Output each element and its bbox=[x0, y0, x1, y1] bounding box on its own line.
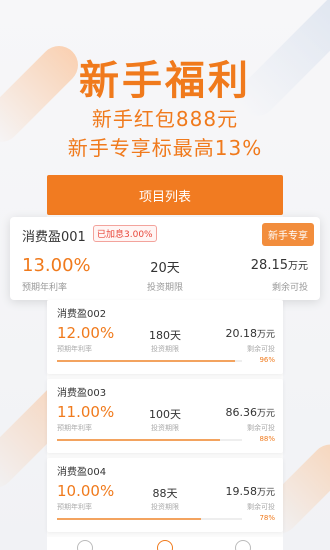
product-card[interactable]: 消费盈004 10.00% 预期年利率 88天 投资期限 19.58万元 剩余可… bbox=[47, 458, 283, 532]
progress-bar bbox=[57, 518, 242, 520]
project-list-button[interactable]: 项目列表 bbox=[47, 175, 283, 215]
remaining-amount: 86.36万元 bbox=[225, 406, 275, 419]
product-name: 消费盈002 bbox=[57, 309, 107, 320]
hero-title: 新手福利 bbox=[79, 58, 251, 104]
progress-fill bbox=[57, 439, 220, 441]
remaining-amount: 19.58万元 bbox=[225, 485, 275, 498]
progress-percent: 96% bbox=[259, 356, 275, 364]
progress-fill bbox=[57, 518, 202, 520]
progress-fill bbox=[57, 360, 235, 362]
product-card[interactable]: 消费盈002 12.00% 预期年利率 180天 投资期限 20.18万元 剩余… bbox=[47, 300, 283, 374]
newbie-exclusive-tag: 新手专享 bbox=[262, 223, 314, 246]
progress-bar bbox=[57, 360, 242, 362]
progress-percent: 88% bbox=[259, 435, 275, 443]
progress-percent: 78% bbox=[259, 514, 275, 522]
bottom-nav bbox=[47, 537, 283, 550]
hero-bonus-line: 新手红包888元 bbox=[91, 107, 239, 131]
remaining-amount-label: 剩余可投 bbox=[271, 283, 308, 293]
remaining-amount-label: 剩余可投 bbox=[247, 424, 275, 432]
remaining-value: 19.58 bbox=[225, 485, 257, 498]
progress-bar bbox=[57, 439, 242, 441]
product-name: 消费盈001 bbox=[22, 230, 86, 245]
remaining-unit: 万元 bbox=[256, 409, 275, 419]
remaining-value: 20.18 bbox=[225, 327, 257, 340]
remaining-amount: 28.15万元 bbox=[251, 257, 308, 273]
chart-icon[interactable] bbox=[157, 540, 173, 550]
remaining-amount-label: 剩余可投 bbox=[247, 503, 275, 511]
remaining-amount: 20.18万元 bbox=[225, 327, 275, 340]
remaining-value: 28.15 bbox=[250, 258, 288, 273]
remaining-unit: 万元 bbox=[256, 488, 275, 498]
product-name: 消费盈003 bbox=[57, 388, 107, 399]
hero-rate-line: 新手专享标最高13% bbox=[67, 136, 263, 160]
product-name: 消费盈004 bbox=[57, 467, 107, 478]
user-icon[interactable] bbox=[235, 540, 251, 550]
remaining-unit: 万元 bbox=[288, 261, 308, 272]
remaining-value: 86.36 bbox=[225, 406, 257, 419]
product-card[interactable]: 消费盈003 11.00% 预期年利率 100天 投资期限 86.36万元 剩余… bbox=[47, 379, 283, 453]
featured-product-card[interactable]: 消费盈001 已加息3.00% 新手专享 13.00% 预期年利率 20天 投资… bbox=[10, 217, 320, 300]
home-icon[interactable] bbox=[77, 540, 93, 550]
remaining-unit: 万元 bbox=[256, 330, 275, 340]
interest-bonus-badge: 已加息3.00% bbox=[93, 225, 157, 242]
remaining-amount-label: 剩余可投 bbox=[247, 345, 275, 353]
